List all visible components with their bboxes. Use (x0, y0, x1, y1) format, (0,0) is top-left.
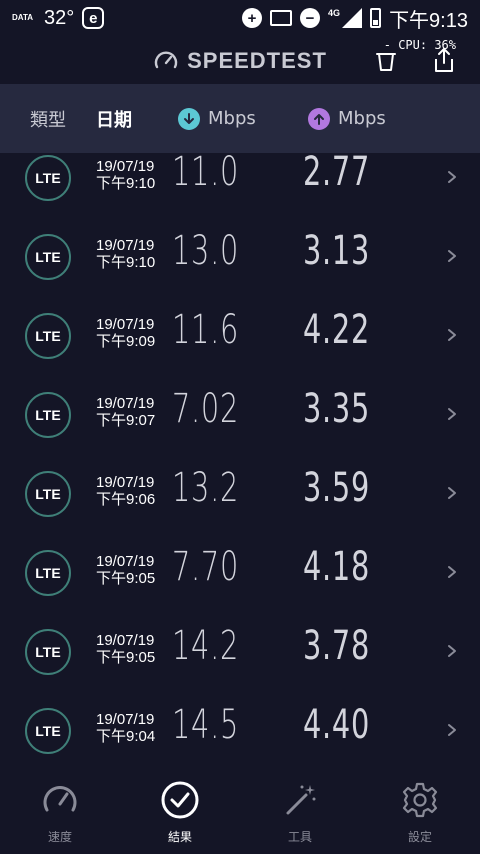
result-row[interactable]: LTE 19/07/19 下午9:10 13.0 3.13 (0, 228, 480, 313)
upload-value: 4.18 (303, 544, 371, 590)
network-type: 4G (328, 8, 341, 18)
nav-results[interactable]: 結果 (120, 766, 240, 854)
magic-wand-icon (286, 785, 316, 815)
temperature: 32° (44, 6, 75, 29)
download-value: 14.2 (172, 623, 240, 669)
data-saver-icon: DATA (12, 13, 34, 22)
lte-badge: LTE (25, 708, 71, 754)
results-list[interactable]: LTE 19/07/19 下午9:10 11.0 2.77 LTE 19/07/1… (0, 153, 480, 767)
upload-value: 3.35 (303, 386, 371, 432)
upload-value: 4.40 (303, 702, 371, 748)
lte-badge: LTE (25, 550, 71, 596)
upload-value: 3.13 (303, 228, 371, 274)
upload-value: 3.78 (303, 623, 371, 669)
result-row[interactable]: LTE 19/07/19 下午9:09 11.6 4.22 (0, 307, 480, 392)
result-row[interactable]: LTE 19/07/19 下午9:06 13.2 3.59 (0, 465, 480, 550)
result-datetime: 19/07/19 下午9:10 (96, 237, 156, 271)
nav-tools-label: 工具 (287, 830, 312, 844)
lte-badge: LTE (25, 392, 71, 438)
clock: 下午9:13 (389, 9, 468, 32)
nav-results-label: 結果 (167, 830, 192, 844)
share-button[interactable] (430, 46, 458, 74)
result-row[interactable]: LTE 19/07/19 下午9:05 7.70 4.18 (0, 544, 480, 629)
result-datetime: 19/07/19 下午9:06 (96, 474, 156, 508)
nav-settings[interactable]: 設定 (360, 766, 480, 854)
download-value: 13.0 (172, 228, 240, 274)
column-date[interactable]: 日期 (96, 106, 132, 132)
download-value: 7.70 (172, 544, 240, 590)
column-upload[interactable]: Mbps (308, 107, 386, 130)
result-row[interactable]: LTE 19/07/19 下午9:10 11.0 2.77 (0, 153, 480, 234)
upload-unit: Mbps (338, 108, 386, 129)
data-plus-icon: + (242, 8, 263, 28)
lte-badge: LTE (25, 155, 71, 201)
speedometer-logo-icon (154, 51, 178, 69)
upload-value: 3.59 (303, 465, 371, 511)
chevron-right-icon (448, 645, 456, 657)
upload-arrow-icon (308, 107, 330, 130)
download-arrow-icon (178, 107, 200, 130)
download-value: 7.02 (172, 386, 240, 432)
lte-badge: LTE (25, 313, 71, 359)
result-row[interactable]: LTE 19/07/19 下午9:04 14.5 4.40 (0, 702, 480, 767)
chevron-right-icon (448, 566, 456, 578)
result-datetime: 19/07/19 下午9:04 (96, 711, 156, 745)
column-download[interactable]: Mbps (178, 107, 256, 130)
app-header: SPEEDTEST - CPU: 36% (0, 38, 480, 84)
upload-value: 4.22 (303, 307, 371, 353)
download-value: 11.6 (172, 307, 240, 353)
delete-button[interactable] (372, 46, 400, 74)
column-header: 類型 日期 Mbps Mbps (0, 84, 480, 153)
speedometer-icon (43, 786, 77, 812)
e-app-icon: e (82, 7, 105, 29)
battery-icon (370, 8, 382, 28)
nav-tools[interactable]: 工具 (240, 766, 360, 854)
result-row[interactable]: LTE 19/07/19 下午9:05 14.2 3.78 (0, 623, 480, 708)
nav-speed-label: 速度 (47, 830, 72, 844)
download-value: 11.0 (172, 153, 240, 195)
nav-speed[interactable]: 速度 (0, 766, 120, 854)
lte-badge: LTE (25, 234, 71, 280)
signal-icon (342, 8, 363, 28)
cast-icon (270, 10, 293, 26)
download-unit: Mbps (208, 108, 256, 129)
bottom-nav: 速度 結果 工具 設定 (0, 766, 480, 854)
lte-badge: LTE (25, 471, 71, 517)
upload-value: 2.77 (303, 153, 371, 195)
result-datetime: 19/07/19 下午9:05 (96, 632, 156, 666)
download-value: 14.5 (172, 702, 240, 748)
chevron-right-icon (448, 487, 456, 499)
column-type[interactable]: 類型 (30, 106, 66, 132)
result-datetime: 19/07/19 下午9:05 (96, 553, 156, 587)
app-title: SPEEDTEST (187, 48, 327, 73)
chevron-right-icon (448, 724, 456, 736)
download-value: 13.2 (172, 465, 240, 511)
chevron-right-icon (448, 171, 456, 183)
do-not-disturb-icon: − (300, 8, 321, 28)
lte-badge: LTE (25, 629, 71, 675)
chevron-right-icon (448, 250, 456, 262)
gear-icon (402, 782, 438, 818)
nav-settings-label: 設定 (407, 830, 432, 844)
chevron-right-icon (448, 408, 456, 420)
result-datetime: 19/07/19 下午9:09 (96, 316, 156, 350)
status-bar: DATA 32° e + − 4G 下午9:13 (0, 0, 480, 36)
check-circle-icon (161, 781, 199, 819)
result-datetime: 19/07/19 下午9:10 (96, 158, 156, 192)
result-datetime: 19/07/19 下午9:07 (96, 395, 156, 429)
chevron-right-icon (448, 329, 456, 341)
result-row[interactable]: LTE 19/07/19 下午9:07 7.02 3.35 (0, 386, 480, 471)
